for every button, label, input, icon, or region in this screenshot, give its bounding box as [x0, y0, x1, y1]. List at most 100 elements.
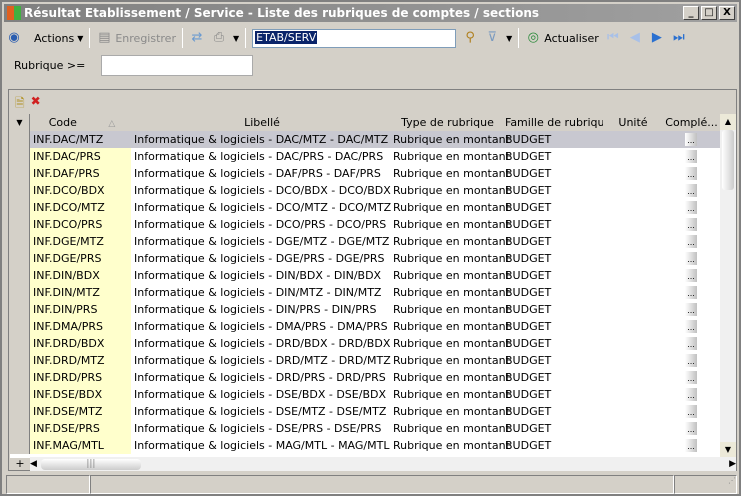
table-row[interactable]: INF.DRD/PRS Informatique & logiciels - DR… [10, 369, 720, 386]
table-row[interactable]: INF.DAC/MTZ Informatique & logiciels - DA… [10, 131, 720, 148]
row-selector[interactable] [10, 352, 30, 369]
row-selector[interactable] [10, 318, 30, 335]
horizontal-scroll-thumb[interactable]: ||| [40, 458, 141, 470]
minimize-button[interactable]: _ [683, 6, 699, 20]
row-selector[interactable] [10, 437, 30, 454]
scroll-right-icon[interactable]: ▶ [729, 459, 736, 469]
maximize-button[interactable]: □ [701, 6, 717, 20]
ellipsis-button[interactable]: ... [685, 320, 697, 333]
table-row[interactable]: INF.DAC/PRS Informatique & logiciels - DA… [10, 148, 720, 165]
table-row[interactable]: INF.DIN/MTZ Informatique & logiciels - DI… [10, 284, 720, 301]
previous-record-icon[interactable]: ◀ [627, 30, 643, 46]
search-input[interactable]: ETAB/SERV [252, 28, 457, 48]
ellipsis-button[interactable]: ... [685, 133, 697, 146]
delete-document-icon[interactable]: ✖ [31, 94, 41, 115]
new-document-icon[interactable]: 🗎 [15, 94, 25, 115]
ellipsis-button[interactable]: ... [685, 286, 697, 299]
table-row[interactable]: INF.DCO/MTZ Informatique & logiciels - DC… [10, 199, 720, 216]
row-selector[interactable] [10, 182, 30, 199]
row-selector[interactable] [10, 386, 30, 403]
navigation-icon[interactable]: ◉ [6, 30, 22, 46]
row-selector[interactable] [10, 335, 30, 352]
row-selector[interactable] [10, 216, 30, 233]
filter-dropdown-icon[interactable]: ▼ [506, 34, 512, 43]
table-row[interactable]: INF.DRD/BDX Informatique & logiciels - DR… [10, 335, 720, 352]
row-selector[interactable] [10, 199, 30, 216]
row-selector[interactable] [10, 369, 30, 386]
scroll-thumb[interactable] [722, 130, 734, 190]
ellipsis-button[interactable]: ... [685, 167, 697, 180]
ellipsis-button[interactable]: ... [685, 252, 697, 265]
refresh-button[interactable]: ◎ Actualiser [525, 30, 599, 46]
table-row[interactable]: INF.DRD/MTZ Informatique & logiciels - DR… [10, 352, 720, 369]
table-row[interactable]: INF.DGE/MTZ Informatique & logiciels - DG… [10, 233, 720, 250]
horizontal-scrollbar[interactable]: ◀ ||| ▶ [30, 457, 736, 471]
column-header-libelle[interactable]: Libellé [131, 114, 390, 131]
ellipsis-button[interactable]: ... [685, 201, 697, 214]
ellipsis-button[interactable]: ... [685, 184, 697, 197]
row-selector[interactable] [10, 420, 30, 437]
table-row[interactable]: INF.DIN/BDX Informatique & logiciels - DI… [10, 267, 720, 284]
row-selector[interactable] [10, 267, 30, 284]
column-header-complement[interactable]: Complé... [663, 114, 720, 131]
table-row[interactable]: INF.DMA/PRS Informatique & logiciels - DM… [10, 318, 720, 335]
ellipsis-button[interactable]: ... [685, 439, 697, 452]
table-row[interactable]: INF.DGE/PRS Informatique & logiciels - DG… [10, 250, 720, 267]
table-row[interactable]: INF.DCO/BDX Informatique & logiciels - DC… [10, 182, 720, 199]
expand-icon[interactable]: + [11, 457, 29, 471]
rubrique-input[interactable] [101, 55, 254, 76]
table-row[interactable]: INF.DSE/MTZ Informatique & logiciels - DS… [10, 403, 720, 420]
ellipsis-button[interactable]: ... [685, 388, 697, 401]
table-row[interactable]: INF.DAF/PRS Informatique & logiciels - DA… [10, 165, 720, 182]
ellipsis-button[interactable]: ... [685, 235, 697, 248]
first-record-icon[interactable]: ⏮ [605, 30, 621, 46]
ellipsis-button[interactable]: ... [685, 337, 697, 350]
resize-grip-icon[interactable]: ⋰ [674, 475, 737, 494]
row-selector[interactable] [10, 250, 30, 267]
row-selector[interactable] [10, 131, 30, 148]
vertical-scrollbar[interactable]: ▲ ▼ [720, 114, 736, 458]
type-cell: Rubrique en montant [393, 388, 510, 401]
save-button[interactable]: ▤ Enregistrer [96, 30, 176, 46]
ellipsis-button[interactable]: ... [685, 218, 697, 231]
scroll-left-icon[interactable]: ◀ [30, 459, 37, 469]
table-row[interactable]: INF.DSE/PRS Informatique & logiciels - DS… [10, 420, 720, 437]
print-dropdown-icon[interactable]: ▼ [233, 34, 239, 43]
scroll-up-icon[interactable]: ▲ [720, 114, 736, 130]
table-row[interactable]: INF.DSE/BDX Informatique & logiciels - DS… [10, 386, 720, 403]
sync-icon[interactable]: ⇄ [189, 30, 205, 46]
actions-button[interactable]: Actions ▼ [34, 32, 83, 45]
row-selector-menu-icon[interactable]: ▼ [10, 114, 30, 131]
ellipsis-button[interactable]: ... [685, 269, 697, 282]
column-label: Code [48, 116, 77, 129]
table-row[interactable]: INF.MAG/MTL Informatique & logiciels - MA… [10, 437, 720, 454]
table-row[interactable]: INF.DIN/PRS Informatique & logiciels - DI… [10, 301, 720, 318]
close-button[interactable]: X [719, 6, 735, 20]
code-cell: INF.DSE/BDX [30, 386, 131, 403]
famille-cell: BUDGET [505, 184, 552, 197]
row-selector[interactable] [10, 165, 30, 182]
row-selector[interactable] [10, 233, 30, 250]
ellipsis-button[interactable]: ... [685, 354, 697, 367]
print-icon[interactable]: ⎙ [211, 30, 227, 46]
ellipsis-button[interactable]: ... [685, 371, 697, 384]
filter-icon[interactable]: ⊽ [484, 30, 500, 46]
search-icon[interactable]: ⚲ [462, 30, 478, 46]
scroll-down-icon[interactable]: ▼ [720, 442, 736, 458]
column-header-unite[interactable]: Unité [603, 114, 663, 131]
last-record-icon[interactable]: ⏭ [671, 30, 687, 46]
column-header-type[interactable]: Type de rubrique [390, 114, 502, 131]
ellipsis-button[interactable]: ... [685, 405, 697, 418]
row-selector[interactable] [10, 403, 30, 420]
column-header-code[interactable]: Code △ [30, 114, 131, 131]
row-selector[interactable] [10, 301, 30, 318]
ellipsis-button[interactable]: ... [685, 303, 697, 316]
column-header-famille[interactable]: Famille de rubrique [502, 114, 603, 131]
next-record-icon[interactable]: ▶ [649, 30, 665, 46]
unite-cell [603, 284, 663, 301]
table-row[interactable]: INF.DCO/PRS Informatique & logiciels - DC… [10, 216, 720, 233]
ellipsis-button[interactable]: ... [685, 150, 697, 163]
row-selector[interactable] [10, 284, 30, 301]
row-selector[interactable] [10, 148, 30, 165]
ellipsis-button[interactable]: ... [685, 422, 697, 435]
